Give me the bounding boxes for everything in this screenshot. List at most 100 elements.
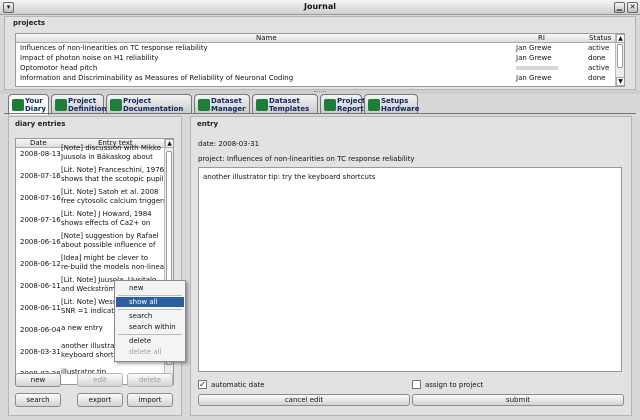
delete-button[interactable]: delete bbox=[127, 373, 173, 387]
book-icon bbox=[55, 99, 67, 111]
entry-text-editor[interactable]: another illustrator tip: try the keyboar… bbox=[198, 167, 622, 372]
tab-label: Project Report bbox=[337, 97, 366, 113]
book-icon bbox=[324, 99, 336, 111]
check-icon: ✓ bbox=[199, 380, 206, 389]
entry-text: [Note] discussion with Mikko Juusola in B… bbox=[61, 144, 161, 161]
menu-separator bbox=[118, 334, 182, 335]
project-ri: Jan Grewe bbox=[516, 44, 552, 52]
edit-button[interactable]: edit bbox=[77, 373, 123, 387]
title-bar: ▾ Journal ▁ ✕ bbox=[0, 0, 640, 15]
search-button[interactable]: search bbox=[15, 393, 61, 407]
submit-button[interactable]: submit bbox=[412, 394, 624, 406]
tab-project-report[interactable]: Project Report bbox=[320, 94, 366, 114]
column-header-ri[interactable]: RI bbox=[538, 34, 545, 42]
column-header-status[interactable]: Status bbox=[589, 34, 611, 42]
scroll-up-icon[interactable]: ▲ bbox=[616, 34, 624, 43]
entry-project-label: project: Influences of non-linearities o… bbox=[198, 155, 415, 163]
tab-label: Your Diary bbox=[25, 97, 46, 113]
entry-panel: entry date: 2008-03-31 project: Influenc… bbox=[190, 116, 632, 416]
tab-dataset-manager[interactable]: Dataset Manager bbox=[194, 94, 250, 114]
tab-your-diary[interactable]: Your Diary bbox=[8, 94, 49, 115]
menu-item-search-within[interactable]: search within bbox=[116, 322, 184, 332]
projects-scrollbar[interactable]: ▲ ▼ bbox=[615, 34, 624, 86]
entry-text: [Idea] might be clever to re-build the mo… bbox=[61, 254, 165, 271]
menu-item-delete[interactable]: delete bbox=[116, 336, 184, 346]
diary-panel: diary entries Date Entry text 2008-08-13… bbox=[8, 116, 182, 416]
entry-text: [Lit. Note] Franceschini, 1976 shows that… bbox=[61, 166, 165, 183]
entry-date: 2008-07-16 bbox=[20, 194, 61, 202]
entry-date: 2008-06-11 bbox=[20, 304, 61, 312]
menu-item-new[interactable]: new bbox=[116, 283, 184, 293]
projects-panel: projects Name RI Status Influences of no… bbox=[4, 16, 636, 90]
book-icon bbox=[256, 99, 268, 111]
export-button[interactable]: export bbox=[77, 393, 123, 407]
close-icon[interactable]: ✕ bbox=[627, 2, 638, 13]
project-row[interactable]: Information and Discriminability as Meas… bbox=[16, 73, 624, 83]
column-header-name[interactable]: Name bbox=[256, 34, 277, 42]
entry-text-content: another illustrator tip: try the keyboar… bbox=[203, 173, 376, 181]
diary-row[interactable]: 2008-07-16 [Lit. Note] J Howard, 1984 sho… bbox=[16, 209, 167, 231]
tab-dataset-templates[interactable]: Dataset Templates bbox=[252, 94, 318, 114]
book-icon bbox=[368, 99, 380, 111]
scroll-thumb[interactable] bbox=[617, 44, 623, 68]
project-row[interactable]: Impact of photon noise on H1 reliability… bbox=[16, 53, 624, 63]
entry-date: 2008-07-16 bbox=[20, 216, 61, 224]
menu-item-delete-all[interactable]: delete all bbox=[116, 347, 184, 357]
new-button[interactable]: new bbox=[15, 373, 61, 387]
project-name: Impact of photon noise on H1 reliability bbox=[20, 54, 159, 62]
entry-date: 2008-06-12 bbox=[20, 260, 61, 268]
tab-label: Dataset Templates bbox=[269, 97, 310, 113]
book-icon bbox=[12, 99, 24, 111]
project-ri: Jan Grewe bbox=[516, 74, 552, 82]
context-menu: new show all search search within delete… bbox=[114, 280, 186, 362]
project-row[interactable]: Optomotor head pitch active bbox=[16, 63, 624, 73]
project-name: Information and Discriminability as Meas… bbox=[20, 74, 294, 82]
diary-row[interactable]: 2008-07-16 [Lit. Note] Satoh et al. 2008… bbox=[16, 187, 167, 209]
project-row[interactable]: Influences of non-linearities on TC resp… bbox=[16, 43, 624, 53]
menu-separator bbox=[118, 309, 182, 310]
project-name: Optomotor head pitch bbox=[20, 64, 98, 72]
menu-item-show-all[interactable]: show all bbox=[116, 297, 184, 307]
projects-label: projects bbox=[13, 19, 46, 27]
project-status: done bbox=[588, 54, 606, 62]
tab-project-documentation[interactable]: Project Documentation bbox=[106, 94, 192, 114]
project-ri-blurred bbox=[516, 66, 558, 70]
menu-separator bbox=[118, 295, 182, 296]
entry-text: [Lit. Note] Satoh et al. 2008 free cytoso… bbox=[61, 188, 165, 205]
entry-date: 2008-08-13 bbox=[20, 150, 61, 158]
diary-label: diary entries bbox=[15, 120, 66, 128]
automatic-date-label: automatic date bbox=[211, 381, 265, 389]
diary-row[interactable]: 2008-06-12 [Idea] might be clever to re-b… bbox=[16, 253, 167, 275]
diary-row[interactable]: 2008-06-16 [Note] suggestion by Rafael ab… bbox=[16, 231, 167, 253]
project-status: done bbox=[588, 74, 606, 82]
window-title: Journal bbox=[304, 2, 336, 11]
diary-row[interactable]: 2008-07-16 [Lit. Note] Franceschini, 197… bbox=[16, 165, 167, 187]
assign-to-project-checkbox[interactable] bbox=[412, 380, 421, 389]
automatic-date-checkbox[interactable]: ✓ bbox=[198, 380, 207, 389]
tab-project-definition[interactable]: Project Definition bbox=[51, 94, 107, 114]
divider-grip-icon[interactable] bbox=[314, 91, 326, 93]
entry-date-label: date: 2008-03-31 bbox=[198, 140, 260, 148]
projects-table: Name RI Status Influences of non-lineari… bbox=[15, 33, 625, 87]
minimize-icon[interactable]: ▁ bbox=[614, 2, 625, 13]
scroll-up-icon[interactable]: ▲ bbox=[165, 139, 173, 148]
diary-row[interactable]: 2008-08-13 [Note] discussion with Mikko J… bbox=[16, 143, 167, 165]
entry-text: [Note] suggestion by Rafael about possibl… bbox=[61, 232, 159, 249]
menu-item-search[interactable]: search bbox=[116, 311, 184, 321]
projects-table-header: Name RI Status bbox=[16, 34, 624, 43]
tab-setups-hardware[interactable]: Setups Hardware bbox=[364, 94, 420, 114]
entry-date: 2008-06-04 bbox=[20, 326, 61, 334]
assign-to-project-label: assign to project bbox=[425, 381, 484, 389]
tab-label: Project Documentation bbox=[123, 97, 184, 113]
scroll-down-icon[interactable]: ▼ bbox=[616, 77, 624, 86]
import-button[interactable]: import bbox=[127, 393, 173, 407]
tab-label: Setups Hardware bbox=[381, 97, 420, 113]
cancel-edit-button[interactable]: cancel edit bbox=[198, 394, 410, 406]
tab-label: Project Definition bbox=[68, 97, 107, 113]
project-name: Influences of non-linearities on TC resp… bbox=[20, 44, 208, 52]
project-status: active bbox=[588, 44, 610, 52]
entry-date: 2008-06-11 bbox=[20, 282, 61, 290]
entry-date: 2008-07-16 bbox=[20, 172, 61, 180]
entry-text: [Lit. Note] J Howard, 1984 shows effects … bbox=[61, 210, 152, 227]
book-icon bbox=[198, 99, 210, 111]
